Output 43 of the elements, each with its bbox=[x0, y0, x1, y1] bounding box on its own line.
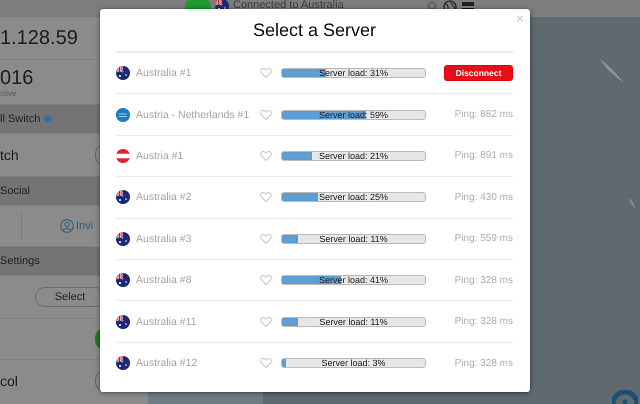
section-header: Social bbox=[0, 185, 30, 197]
server-name[interactable]: Austria #1 bbox=[136, 150, 252, 162]
load-text: Server load: 21% bbox=[318, 152, 390, 160]
load-text: Server load: 11% bbox=[318, 318, 389, 326]
server-name[interactable]: Australia #2 bbox=[136, 191, 252, 204]
invite-link[interactable]: Invi bbox=[76, 220, 94, 232]
ping-text: Ping: 882 ms bbox=[454, 109, 513, 120]
heart-icon bbox=[260, 232, 272, 245]
heart-icon bbox=[260, 191, 272, 204]
ping-text: Ping: 328 ms bbox=[454, 358, 513, 369]
server-name[interactable]: Austria - Netherlands #1 bbox=[136, 108, 252, 121]
ping-text: Ping: 891 ms bbox=[454, 150, 513, 162]
close-button[interactable]: × bbox=[516, 11, 524, 25]
load-text: Server load: 25% bbox=[318, 193, 390, 202]
info-icon bbox=[44, 115, 52, 123]
location-icon bbox=[612, 390, 638, 404]
disconnect-button[interactable]: Disconnect bbox=[444, 65, 513, 82]
dialog-title: Select a Server bbox=[116, 9, 513, 53]
ping-text: Ping: 559 ms bbox=[454, 233, 513, 244]
ping-text: Ping: 328 ms bbox=[454, 274, 513, 286]
heart-icon bbox=[260, 274, 272, 286]
server-name[interactable]: Australia #3 bbox=[136, 232, 252, 245]
heart-icon bbox=[260, 108, 272, 121]
setting-label: tch bbox=[0, 147, 19, 163]
leaf-icon bbox=[628, 197, 636, 209]
ip-address: 1.128.59 bbox=[0, 27, 78, 49]
server-name[interactable]: Australia #8 bbox=[136, 274, 252, 286]
load-text: Server load: 3% bbox=[320, 359, 387, 368]
ping-text: Ping: 328 ms bbox=[454, 316, 513, 328]
heart-icon bbox=[260, 357, 272, 370]
load-text: Server load: 11% bbox=[318, 234, 389, 243]
date-text: 016 bbox=[0, 66, 34, 88]
section-header: Settings bbox=[0, 255, 40, 267]
heart-icon bbox=[260, 150, 272, 162]
heart-icon bbox=[260, 316, 272, 328]
user-icon bbox=[60, 219, 74, 233]
heart-icon bbox=[260, 67, 272, 80]
ping-text: Ping: 430 ms bbox=[454, 192, 513, 203]
server-name[interactable]: Australia #12 bbox=[136, 357, 252, 370]
setting-label: col bbox=[0, 373, 18, 389]
server-name[interactable]: Australia #11 bbox=[136, 316, 252, 328]
section-header: ll Switch bbox=[0, 113, 40, 125]
server-name[interactable]: Australia #1 bbox=[136, 67, 252, 80]
